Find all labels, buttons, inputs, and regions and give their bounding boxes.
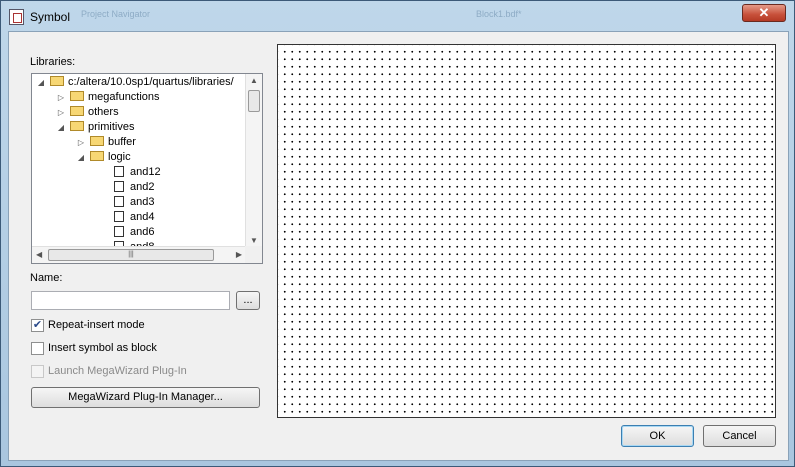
window-title: Symbol — [30, 10, 71, 24]
tree-item-label: buffer — [108, 136, 136, 148]
name-label: Name: — [30, 272, 63, 284]
tree-item-label: c:/altera/10.0sp1/quartus/libraries/ — [68, 76, 234, 88]
tree-item-label: and4 — [130, 211, 155, 223]
folder-icon — [70, 91, 84, 102]
name-input[interactable] — [31, 291, 230, 310]
close-icon: ✕ — [758, 5, 770, 20]
tree-item-primitives[interactable]: ◢ primitives — [56, 120, 135, 135]
background-ghost-text: Project Navigator — [81, 9, 151, 19]
browse-button[interactable]: ... — [236, 291, 260, 310]
scroll-right-icon[interactable]: ▶ — [236, 250, 242, 259]
tree-item-others[interactable]: ▷ others — [56, 105, 119, 120]
tree-item-buffer[interactable]: ▷ buffer — [76, 135, 136, 150]
scrollbar-corner — [245, 246, 262, 263]
megawizard-manager-button[interactable]: MegaWizard Plug-In Manager... — [31, 387, 260, 408]
symbol-icon — [114, 180, 124, 192]
symbol-icon — [114, 225, 124, 237]
expand-icon[interactable]: ◢ — [56, 120, 66, 135]
tree-item-and3[interactable]: and3 — [114, 195, 154, 210]
tree-item-and6[interactable]: and6 — [114, 225, 154, 240]
tree-item-label: megafunctions — [88, 91, 160, 103]
libraries-label: Libraries: — [30, 56, 76, 68]
tree-item-label: primitives — [88, 121, 135, 133]
horizontal-scroll-thumb[interactable]: ||| — [48, 249, 214, 261]
libraries-tree[interactable]: ◢ c:/altera/10.0sp1/quartus/libraries/ ▷ m… — [31, 73, 263, 264]
symbol-icon — [114, 165, 124, 177]
tree-item-megafunctions[interactable]: ▷ megafunctions — [56, 90, 160, 105]
folder-icon — [70, 106, 84, 117]
tree-horizontal-scrollbar[interactable]: ◀ ||| ▶ — [32, 246, 246, 263]
folder-open-icon — [50, 76, 64, 87]
expand-icon[interactable]: ◢ — [76, 150, 86, 165]
expand-icon[interactable]: ▷ — [76, 135, 86, 150]
repeat-insert-checkbox[interactable]: ✔ — [31, 319, 44, 332]
launch-megawizard-label: Launch MegaWizard Plug-In — [48, 365, 187, 377]
symbol-dialog: Symbol Project Navigator Block1.bdf* ✕ L… — [0, 0, 795, 467]
tree-item-label: and3 — [130, 196, 155, 208]
tree-vertical-scrollbar[interactable]: ▲ ▼ — [245, 74, 262, 247]
repeat-insert-label[interactable]: Repeat-insert mode — [48, 319, 145, 331]
folder-icon — [90, 136, 104, 147]
tree-item-label: and12 — [130, 166, 161, 178]
cancel-button[interactable]: Cancel — [703, 425, 776, 447]
scroll-up-icon[interactable]: ▲ — [250, 76, 258, 85]
tree-item-label: and6 — [130, 226, 155, 238]
tree-item-and12[interactable]: and12 — [114, 165, 161, 180]
title-bar[interactable]: Symbol Project Navigator Block1.bdf* ✕ — [1, 1, 794, 31]
scroll-left-icon[interactable]: ◀ — [36, 250, 42, 259]
symbol-icon — [114, 210, 124, 222]
dialog-client-area: Libraries: ◢ c:/altera/10.0sp1/quartus/li… — [8, 31, 789, 461]
background-ghost-text: Block1.bdf* — [476, 9, 522, 19]
expand-icon[interactable]: ◢ — [36, 75, 46, 90]
tree-item-logic[interactable]: ◢ logic — [76, 150, 131, 165]
tree-item-and2[interactable]: and2 — [114, 180, 154, 195]
tree-item-root[interactable]: ◢ c:/altera/10.0sp1/quartus/libraries/ — [36, 75, 234, 90]
expand-icon[interactable]: ▷ — [56, 105, 66, 120]
tree-item-label: logic — [108, 151, 131, 163]
tree-item-label: and2 — [130, 181, 155, 193]
launch-megawizard-checkbox — [31, 365, 44, 378]
symbol-preview-canvas — [277, 44, 776, 418]
expand-icon[interactable]: ▷ — [56, 90, 66, 105]
ok-button[interactable]: OK — [621, 425, 694, 447]
folder-open-icon — [70, 121, 84, 132]
folder-open-icon — [90, 151, 104, 162]
scroll-down-icon[interactable]: ▼ — [250, 236, 258, 245]
tree-item-label: others — [88, 106, 119, 118]
tree-item-and4[interactable]: and4 — [114, 210, 154, 225]
insert-as-block-checkbox[interactable] — [31, 342, 44, 355]
symbol-app-icon — [9, 9, 24, 25]
symbol-icon — [114, 195, 124, 207]
insert-as-block-label[interactable]: Insert symbol as block — [48, 342, 157, 354]
close-button[interactable]: ✕ — [742, 4, 786, 22]
vertical-scroll-thumb[interactable] — [248, 90, 260, 112]
